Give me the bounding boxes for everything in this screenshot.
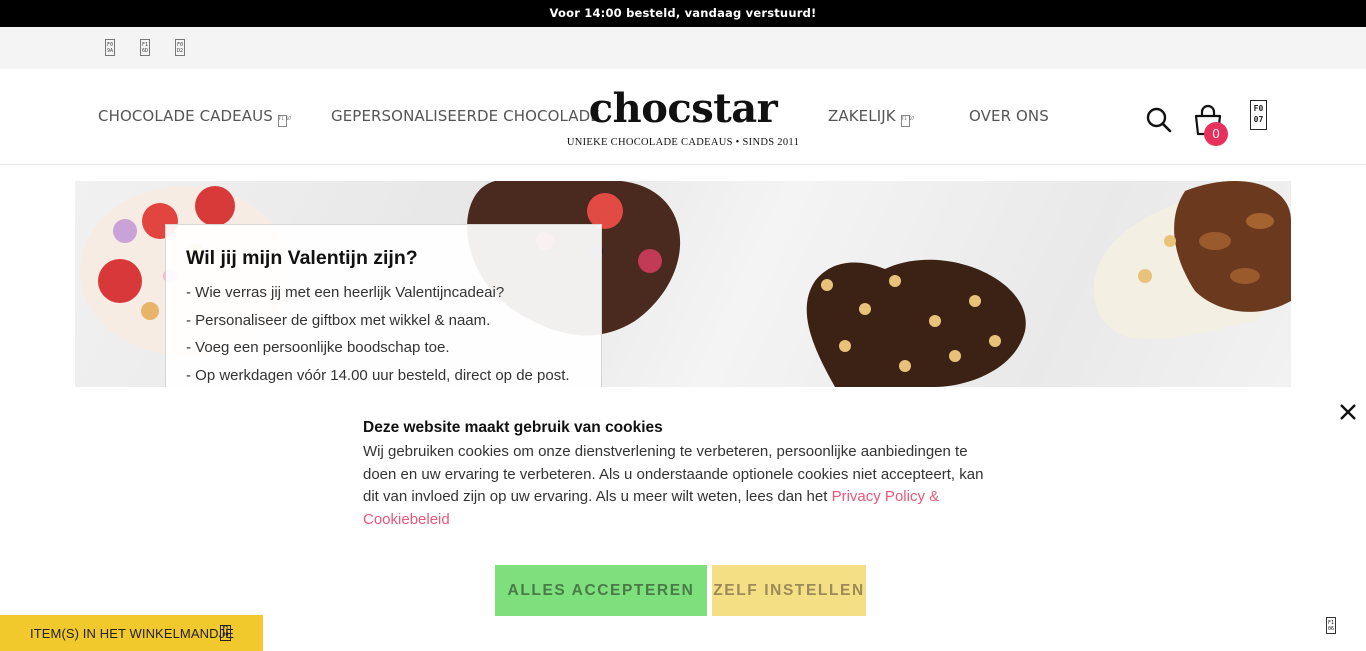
- nav-label: OVER ONS: [969, 107, 1049, 125]
- chevron-down-icon: F1 07: [900, 115, 914, 127]
- nav-item-zakelijk[interactable]: ZAKELIJK F1 07: [828, 107, 914, 127]
- pinterest-icon[interactable]: F0 D2: [175, 39, 185, 56]
- instagram-icon[interactable]: F1 6D: [140, 39, 150, 56]
- hero-bullet: - Personaliseer de giftbox met wikkel & …: [186, 311, 491, 329]
- cookie-title: Deze website maakt gebruik van cookies: [363, 419, 663, 436]
- scroll-top-icon[interactable]: F1 06: [1326, 617, 1336, 634]
- hero-bullet: - Op werkdagen vóór 14.00 uur besteld, d…: [186, 367, 570, 385]
- chevron-down-icon: F1 07: [277, 115, 291, 127]
- social-bar: F0 9A F1 6D F0 D2: [0, 27, 1366, 69]
- logo-wordmark: chocstar: [588, 85, 778, 132]
- hero-bullet: - Wie verras jij met een heerlijk Valent…: [186, 284, 505, 301]
- promo-text: Voor 14:00 besteld, vandaag verstuurd!: [549, 6, 817, 20]
- nav-label: ZAKELIJK: [828, 107, 896, 125]
- cookie-consent-panel: Deze website maakt gebruik van cookies W…: [0, 387, 1366, 651]
- cookie-text: Wij gebruiken cookies om onze dienstverl…: [363, 441, 1003, 532]
- logo-tagline: UNIEKE CHOCOLADE CADEAUS • SINDS 2011: [566, 137, 800, 148]
- promo-bar: Voor 14:00 besteld, vandaag verstuurd!: [0, 0, 1366, 27]
- hero-bullet: - Voeg een persoonlijke boodschap toe.: [186, 339, 450, 357]
- nav-item-over-ons[interactable]: OVER ONS: [969, 107, 1049, 125]
- hero-card: Wil jij mijn Valentijn zijn? - Wie verra…: [165, 224, 602, 387]
- nav-label: CHOCOLADE CADEAUS: [98, 107, 273, 125]
- cart-bar[interactable]: ITEM(S) IN HET WINKELMANDJE F1 06: [0, 615, 263, 651]
- site-header: CHOCOLADE CADEAUS F1 07 GEPERSONALISEERDE…: [0, 69, 1366, 165]
- logo[interactable]: chocstar UNIEKE CHOCOLADE CADEAUS • SIND…: [555, 85, 811, 148]
- cart-count-badge[interactable]: 0: [1204, 122, 1228, 146]
- accept-all-button[interactable]: ALLES ACCEPTEREN: [495, 565, 707, 616]
- cart-bar-label: ITEM(S) IN HET WINKELMANDJE: [30, 626, 234, 641]
- search-icon[interactable]: [1146, 107, 1172, 133]
- account-icon[interactable]: F0 07: [1250, 100, 1267, 130]
- close-icon[interactable]: [1338, 402, 1358, 422]
- facebook-icon[interactable]: F0 9A: [105, 39, 115, 56]
- customize-cookies-button[interactable]: ZELF INSTELLEN: [712, 565, 866, 616]
- nav-item-chocolade-cadeaus[interactable]: CHOCOLADE CADEAUS F1 07: [98, 107, 291, 127]
- hero-title: Wil jij mijn Valentijn zijn?: [186, 247, 418, 269]
- chevron-up-icon: F1 06: [220, 625, 231, 641]
- hero-banner[interactable]: Wil jij mijn Valentijn zijn? - Wie verra…: [75, 181, 1291, 387]
